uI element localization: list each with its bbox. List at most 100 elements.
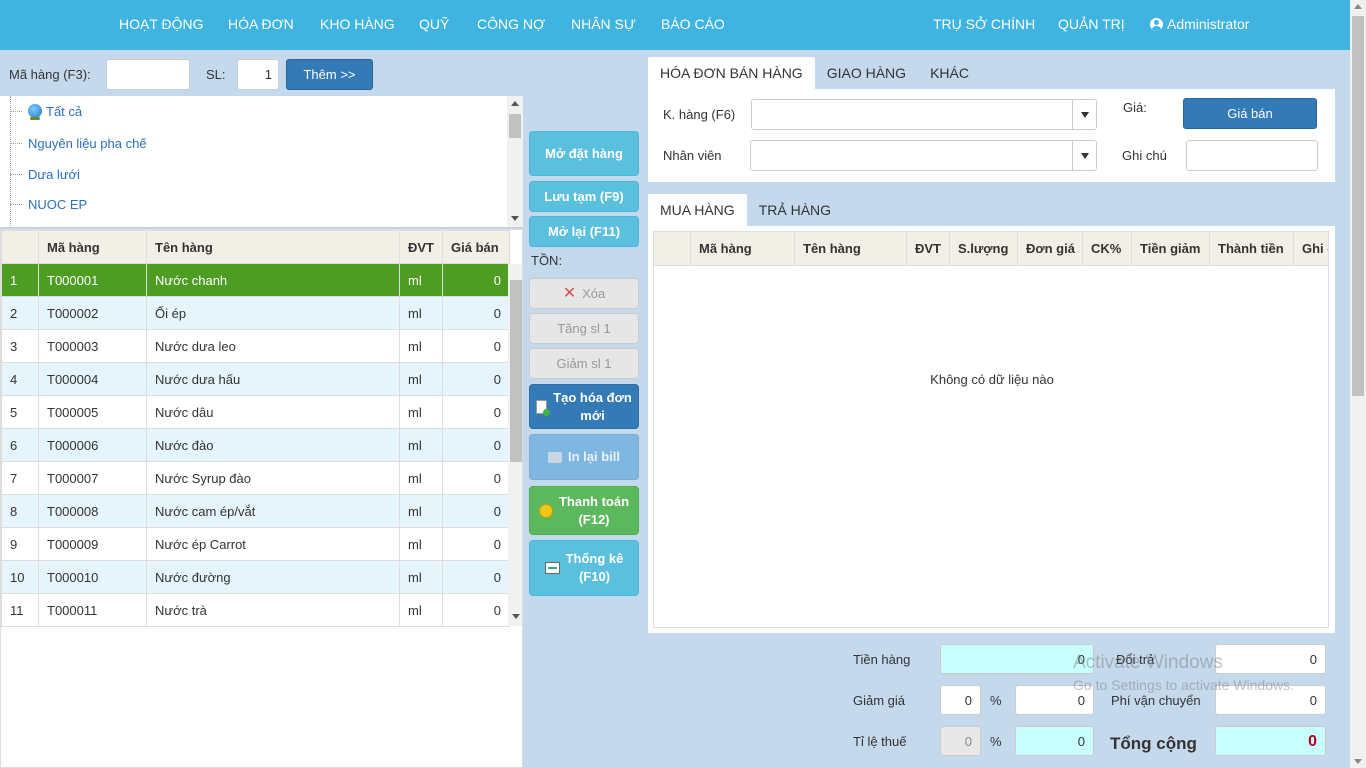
row-price: 0 [442, 461, 510, 495]
qty-label: SL: [206, 67, 226, 82]
discount-percent-field[interactable]: 0 [940, 685, 981, 715]
col-unit[interactable]: ĐVT [399, 230, 443, 264]
tree-item-nuoc-ep[interactable]: NUOC EP [10, 194, 87, 214]
staff-dropdown-toggle[interactable] [1072, 141, 1096, 170]
page-scroll-thumb[interactable] [1352, 16, 1364, 396]
tab-other[interactable]: KHÁC [918, 57, 981, 89]
row-index: 10 [1, 560, 39, 594]
product-row[interactable]: 6 T000006 Nước đào ml 0 [1, 428, 510, 462]
reprint-bill-button[interactable]: In lại bill [529, 434, 639, 480]
nav-bao-cao[interactable]: BÁO CÁO [661, 16, 725, 32]
goods-amount-label: Tiền hàng [853, 652, 911, 667]
row-name: Nước Syrup đào [146, 461, 400, 495]
reopen-button[interactable]: Mở lại (F11) [529, 216, 639, 247]
nav-user-menu[interactable]: Administrator [1150, 16, 1249, 32]
tree-item-nguyen-lieu[interactable]: Nguyên liệu pha chế [10, 133, 147, 153]
statistics-icon [544, 562, 560, 574]
button-label-line2: (F10) [578, 569, 611, 584]
new-invoice-button[interactable]: Tạo hóa đơn mới [529, 384, 639, 429]
product-row[interactable]: 7 T000007 Nước Syrup đào ml 0 [1, 461, 510, 495]
scroll-down-icon[interactable] [512, 614, 520, 619]
order-col-discount-amount[interactable]: Tiền giảm [1131, 232, 1209, 266]
return-field[interactable]: 0 [1215, 644, 1326, 674]
customer-dropdown-toggle[interactable] [1072, 100, 1096, 129]
row-price: 0 [442, 296, 510, 330]
row-price: 0 [442, 494, 510, 528]
qty-input[interactable] [237, 59, 279, 90]
tree-item-all[interactable]: Tất cả [10, 101, 82, 121]
order-col-total[interactable]: Thành tiền [1209, 232, 1293, 266]
col-price[interactable]: Giá bán [442, 230, 510, 264]
pay-button[interactable]: Thanh toán (F12) [529, 486, 639, 535]
note-input[interactable] [1186, 140, 1318, 171]
nav-hoa-don[interactable]: HÓA ĐƠN [228, 16, 294, 32]
button-label: Lưu tạm (F9) [544, 188, 624, 204]
scroll-down-icon[interactable] [511, 216, 519, 221]
product-row[interactable]: 9 T000009 Nước ép Carrot ml 0 [1, 527, 510, 561]
col-code[interactable]: Mã hàng [38, 230, 147, 264]
row-index: 9 [1, 527, 39, 561]
grid-scrollbar[interactable] [508, 264, 522, 626]
tree-scrollbar[interactable] [507, 96, 523, 227]
product-row[interactable]: 4 T000004 Nước dưa hấu ml 0 [1, 362, 510, 396]
nav-hoat-dong[interactable]: HOẠT ĐỘNG [119, 16, 204, 32]
tree-item-dua-luoi[interactable]: Dưa lưới [10, 164, 80, 184]
nav-quy[interactable]: QUỸ [419, 16, 449, 32]
order-col-unit[interactable]: ĐVT [906, 232, 949, 266]
product-row[interactable]: 3 T000003 Nước dưa leo ml 0 [1, 329, 510, 363]
invoice-tabs: HÓA ĐƠN BÁN HÀNG GIAO HÀNG KHÁC [648, 57, 981, 89]
delete-button[interactable]: ✕ Xóa [529, 278, 639, 309]
price-type-button[interactable]: Giá bán [1183, 98, 1317, 129]
add-button[interactable]: Thêm >> [286, 59, 373, 90]
product-row[interactable]: 10 T000010 Nước đường ml 0 [1, 560, 510, 594]
tab-purchase[interactable]: MUA HÀNG [648, 194, 747, 226]
row-code: T000004 [38, 362, 147, 396]
product-row[interactable]: 8 T000008 Nước cam ép/vắt ml 0 [1, 494, 510, 528]
scroll-up-icon[interactable] [1354, 4, 1362, 9]
order-col-qty[interactable]: S.lượng [949, 232, 1017, 266]
customer-label: K. hàng (F6) [663, 107, 736, 122]
decrease-qty-button[interactable]: Giảm sl 1 [529, 348, 639, 379]
tab-delivery[interactable]: GIAO HÀNG [815, 57, 918, 89]
tree-scroll-thumb[interactable] [509, 114, 521, 138]
tab-return[interactable]: TRẢ HÀNG [747, 194, 843, 226]
order-col-unit-price[interactable]: Đơn giá [1017, 232, 1082, 266]
product-row[interactable]: 1 T000001 Nước chanh ml 0 [1, 263, 510, 297]
open-order-button[interactable]: Mở đặt hàng [529, 131, 639, 176]
goods-amount-field: 0 [940, 644, 1094, 674]
order-col-note[interactable]: Ghi chú [1293, 232, 1328, 266]
nav-cong-no[interactable]: CÔNG NỢ [477, 16, 545, 32]
increase-qty-button[interactable]: Tăng sl 1 [529, 313, 639, 344]
row-unit: ml [399, 263, 443, 297]
save-temp-button[interactable]: Lưu tạm (F9) [529, 181, 639, 212]
nav-kho-hang[interactable]: KHO HÀNG [320, 16, 395, 32]
page-scrollbar[interactable] [1350, 0, 1366, 768]
order-col-name[interactable]: Tên hàng [794, 232, 906, 266]
product-row[interactable]: 11 T000011 Nước trà ml 0 [1, 593, 510, 627]
row-price: 0 [442, 395, 510, 429]
order-col-code[interactable]: Mã hàng [690, 232, 794, 266]
product-row[interactable]: 2 T000002 Ổi ép ml 0 [1, 296, 510, 330]
row-unit: ml [399, 428, 443, 462]
col-name[interactable]: Tên hàng [146, 230, 400, 264]
row-code: T000011 [38, 593, 147, 627]
nav-admin[interactable]: QUẢN TRỊ [1058, 16, 1125, 32]
row-price: 0 [442, 593, 510, 627]
row-index: 7 [1, 461, 39, 495]
customer-select[interactable] [751, 99, 1097, 130]
order-col-discount-pct[interactable]: CK% [1082, 232, 1131, 266]
tab-sales-invoice[interactable]: HÓA ĐƠN BÁN HÀNG [648, 57, 815, 89]
scroll-down-icon[interactable] [1354, 759, 1362, 764]
product-code-input[interactable] [106, 59, 190, 90]
product-row[interactable]: 5 T000005 Nước dâu ml 0 [1, 395, 510, 429]
note-label: Ghi chú [1122, 148, 1167, 163]
nav-branch[interactable]: TRỤ SỞ CHÍNH [933, 16, 1035, 32]
statistics-button[interactable]: Thống kê (F10) [529, 540, 639, 596]
nav-nhan-su[interactable]: NHÂN SỰ [571, 16, 636, 32]
button-label-line1: Thống kê [565, 551, 624, 566]
windows-activation-hint: Go to Settings to activate Windows. [1073, 677, 1294, 693]
row-code: T000005 [38, 395, 147, 429]
staff-select[interactable] [750, 140, 1097, 171]
scroll-up-icon[interactable] [511, 101, 519, 106]
grid-scroll-thumb[interactable] [510, 280, 522, 462]
